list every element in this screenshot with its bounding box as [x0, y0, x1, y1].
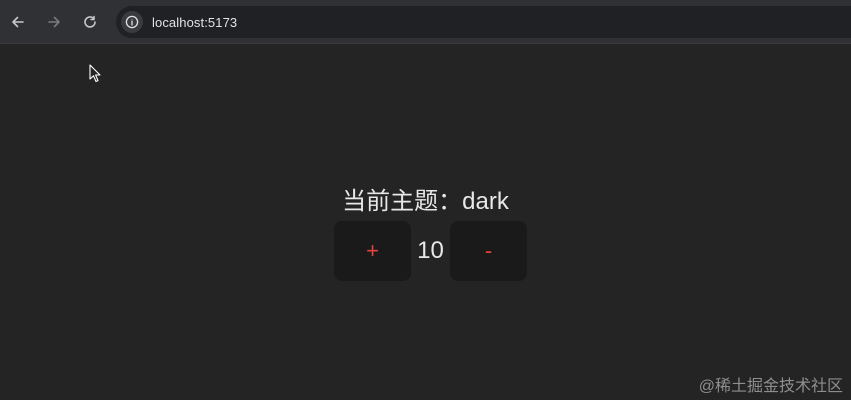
current-theme-label: 当前主题：dark [342, 188, 509, 215]
arrow-left-icon [12, 16, 24, 28]
back-button[interactable] [4, 8, 32, 36]
reload-icon [84, 15, 96, 28]
forward-button[interactable] [40, 8, 68, 36]
url-text: localhost:5173 [152, 14, 238, 30]
count-value: 10 [417, 237, 444, 264]
page-content: 当前主题：dark + 10 - [0, 45, 851, 400]
address-bar[interactable]: localhost:5173 [116, 6, 851, 38]
increment-button[interactable]: + [334, 221, 411, 281]
watermark: @稀土掘金技术社区 [698, 378, 843, 395]
arrow-right-icon [48, 16, 60, 28]
site-info-button[interactable] [121, 11, 143, 33]
counter: + 10 - [334, 221, 527, 281]
reload-button[interactable] [76, 8, 104, 36]
info-icon [125, 15, 139, 29]
decrement-button[interactable]: - [450, 221, 527, 281]
browser-toolbar: localhost:5173 [0, 0, 851, 44]
